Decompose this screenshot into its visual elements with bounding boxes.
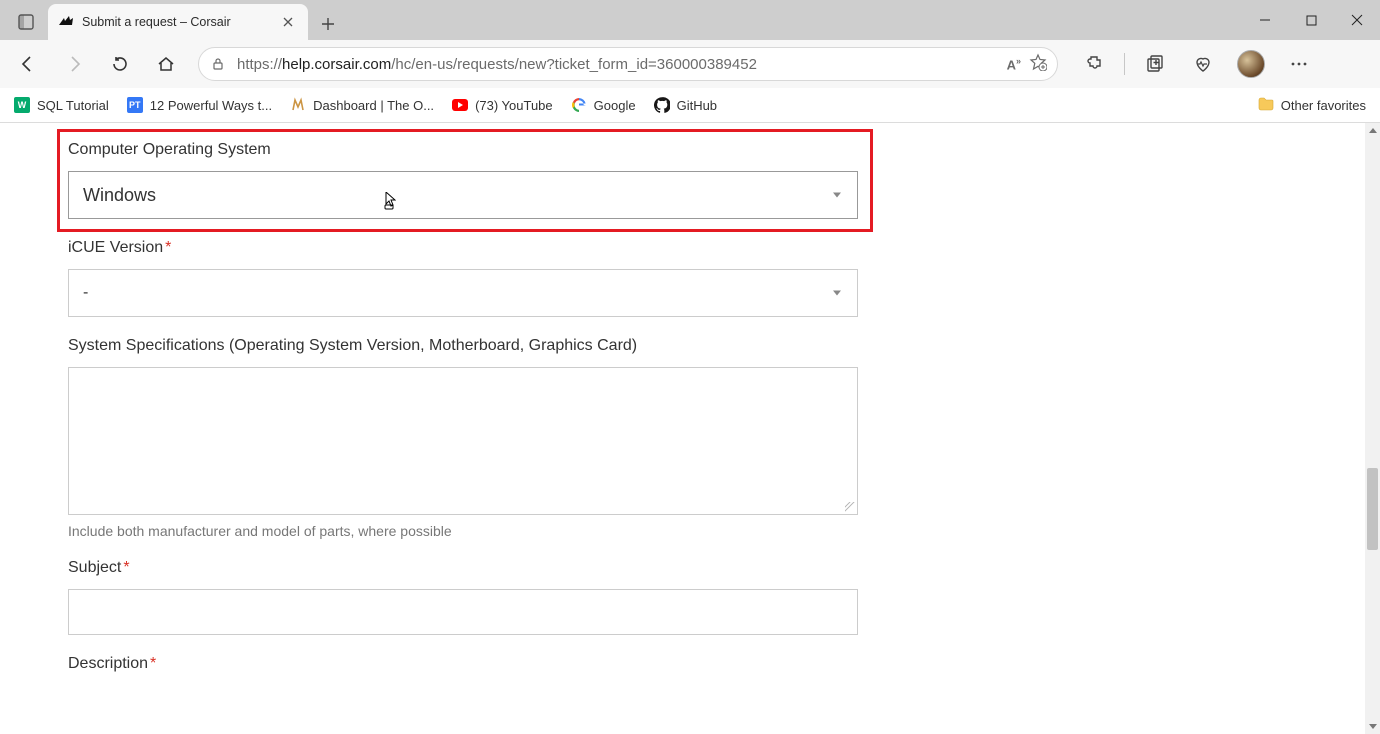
request-form: Computer Operating System Windows iCUE V… xyxy=(0,123,872,673)
extensions-icon[interactable] xyxy=(1076,46,1112,82)
subject-label: Subject* xyxy=(68,559,872,577)
home-button[interactable] xyxy=(146,44,186,84)
favorite-star-icon[interactable] xyxy=(1029,53,1047,76)
bookmark-label: GitHub xyxy=(677,98,717,113)
vertical-scrollbar[interactable] xyxy=(1365,123,1380,734)
corsair-favicon-icon xyxy=(58,14,74,30)
browser-tab-active[interactable]: Submit a request – Corsair xyxy=(48,4,308,40)
other-favorites-label: Other favorites xyxy=(1281,98,1366,113)
back-button[interactable] xyxy=(8,44,48,84)
specs-label: System Specifications (Operating System … xyxy=(68,337,872,355)
icue-label: iCUE Version* xyxy=(68,239,872,257)
bookmark-12-powerful[interactable]: PT 12 Powerful Ways t... xyxy=(127,97,272,113)
description-label-text: Description xyxy=(68,655,148,672)
specs-textarea[interactable] xyxy=(68,367,858,515)
bookmark-label: Google xyxy=(594,98,636,113)
other-favorites-button[interactable]: Other favorites xyxy=(1258,97,1366,114)
bookmark-github[interactable]: GitHub xyxy=(654,97,717,113)
form-group-subject: Subject* xyxy=(68,559,872,635)
url-text: https://help.corsair.com/hc/en-us/reques… xyxy=(237,56,997,73)
icue-select-value: - xyxy=(83,284,88,302)
url-scheme: https:// xyxy=(237,56,282,73)
w3-icon: W xyxy=(14,97,30,113)
folder-icon xyxy=(1258,97,1274,114)
os-select-value: Windows xyxy=(83,185,156,206)
bookmark-google[interactable]: Google xyxy=(571,97,636,113)
subject-input[interactable] xyxy=(68,589,858,635)
odin-icon xyxy=(290,97,306,113)
tab-close-button[interactable] xyxy=(278,12,298,32)
forward-button[interactable] xyxy=(54,44,94,84)
scroll-up-button[interactable] xyxy=(1365,123,1380,138)
form-group-icue: iCUE Version* - xyxy=(68,239,872,317)
youtube-icon xyxy=(452,97,468,113)
form-group-os: Computer Operating System Windows xyxy=(68,141,872,219)
form-group-description: Description* xyxy=(68,655,872,673)
bookmarks-bar: W SQL Tutorial PT 12 Powerful Ways t... … xyxy=(0,88,1380,123)
address-bar-actions: A» xyxy=(1007,53,1047,76)
scrollbar-thumb[interactable] xyxy=(1367,468,1378,550)
os-select[interactable]: Windows xyxy=(68,171,858,219)
url-path: /hc/en-us/requests/new?ticket_form_id=36… xyxy=(391,56,757,73)
tab-row: Submit a request – Corsair xyxy=(0,0,1380,40)
window-maximize-button[interactable] xyxy=(1288,0,1334,40)
required-star: * xyxy=(165,239,171,256)
chevron-down-icon xyxy=(833,193,841,198)
subject-label-text: Subject xyxy=(68,559,121,576)
required-star: * xyxy=(123,559,129,576)
toolbar-row: https://help.corsair.com/hc/en-us/reques… xyxy=(0,40,1380,88)
menu-button[interactable] xyxy=(1281,46,1317,82)
os-label: Computer Operating System xyxy=(68,141,872,159)
scroll-down-button[interactable] xyxy=(1365,719,1380,734)
browser-chrome: Submit a request – Corsair https://h xyxy=(0,0,1380,123)
icue-label-text: iCUE Version xyxy=(68,239,163,256)
tab-actions-button[interactable] xyxy=(8,4,44,40)
window-close-button[interactable] xyxy=(1334,0,1380,40)
bookmark-label: Dashboard | The O... xyxy=(313,98,434,113)
health-icon[interactable] xyxy=(1185,46,1221,82)
description-label: Description* xyxy=(68,655,872,673)
icue-select[interactable]: - xyxy=(68,269,858,317)
toolbar-actions xyxy=(1076,46,1317,82)
bookmark-dashboard-odin[interactable]: Dashboard | The O... xyxy=(290,97,434,113)
pt-icon: PT xyxy=(127,97,143,113)
bookmark-youtube[interactable]: (73) YouTube xyxy=(452,97,553,113)
bookmark-label: 12 Powerful Ways t... xyxy=(150,98,272,113)
profile-avatar[interactable] xyxy=(1233,46,1269,82)
window-controls xyxy=(1242,0,1380,40)
tab-title: Submit a request – Corsair xyxy=(82,15,270,29)
page-content: Computer Operating System Windows iCUE V… xyxy=(0,123,1365,734)
google-icon xyxy=(571,97,587,113)
collections-icon[interactable] xyxy=(1137,46,1173,82)
form-group-specs: System Specifications (Operating System … xyxy=(68,337,872,539)
read-aloud-icon[interactable]: A» xyxy=(1007,56,1021,72)
url-host: help.corsair.com xyxy=(282,56,391,73)
address-bar[interactable]: https://help.corsair.com/hc/en-us/reques… xyxy=(198,47,1058,81)
chevron-down-icon xyxy=(833,291,841,296)
bookmark-label: (73) YouTube xyxy=(475,98,553,113)
new-tab-button[interactable] xyxy=(312,8,344,40)
refresh-button[interactable] xyxy=(100,44,140,84)
bookmark-label: SQL Tutorial xyxy=(37,98,109,113)
resize-handle-icon[interactable] xyxy=(845,502,855,512)
avatar-icon xyxy=(1237,50,1265,78)
site-info-lock-icon[interactable] xyxy=(209,57,227,71)
github-icon xyxy=(654,97,670,113)
specs-helper-text: Include both manufacturer and model of p… xyxy=(68,523,872,539)
required-star: * xyxy=(150,655,156,672)
window-minimize-button[interactable] xyxy=(1242,0,1288,40)
bookmark-sql-tutorial[interactable]: W SQL Tutorial xyxy=(14,97,109,113)
toolbar-divider xyxy=(1124,53,1125,75)
